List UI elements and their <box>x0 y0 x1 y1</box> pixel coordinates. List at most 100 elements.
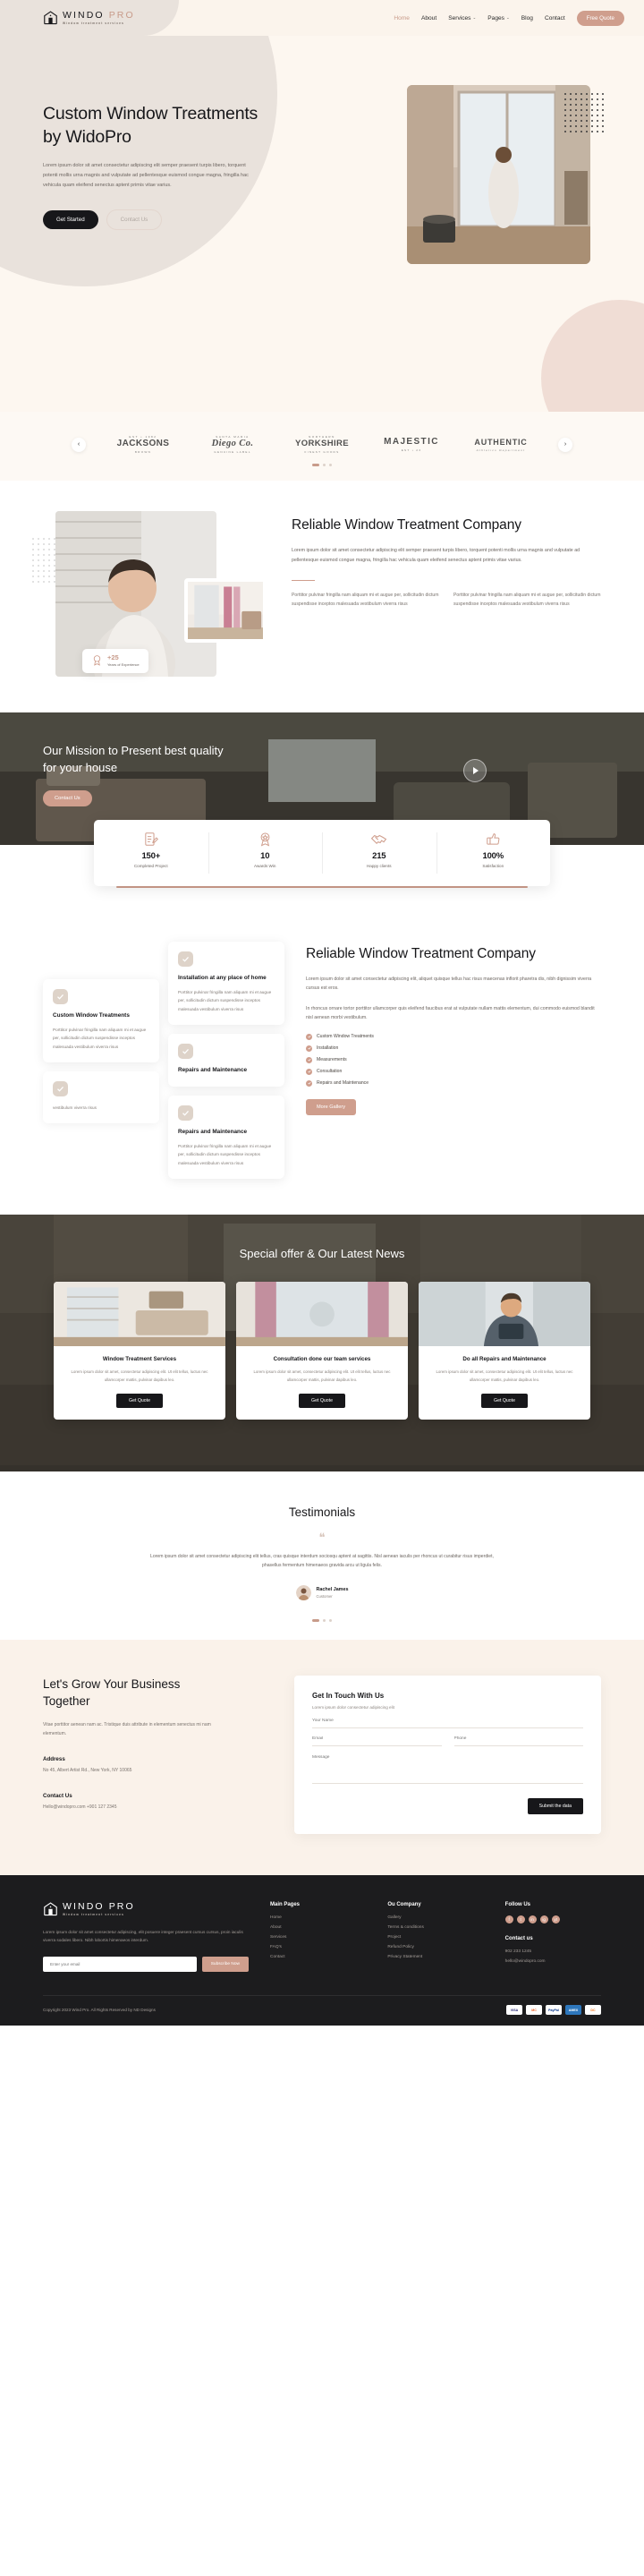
checklist-label: Consultation <box>317 1069 343 1075</box>
feature-card-installation[interactable]: Installation at any place of home Portti… <box>168 942 284 1025</box>
facebook-icon[interactable]: f <box>504 1915 513 1923</box>
mission-contact-button[interactable]: Contact Us <box>43 789 92 806</box>
offer-card-title: Window Treatment Services <box>102 1356 177 1363</box>
nav-item-services[interactable]: Services ⌄ <box>448 15 476 21</box>
testimonial-dot[interactable] <box>312 1618 319 1622</box>
stats-wrapper: 150+ Completed Project 10 Awards Win 215… <box>0 820 644 922</box>
contact-intro: Vitae porttitor aenean nam ac. Tristique… <box>43 1721 211 1736</box>
stat-value: 100% <box>482 851 504 861</box>
play-video-button[interactable] <box>463 759 487 782</box>
feature-card-repairs-1[interactable]: Repairs and Maintenance <box>168 1033 284 1087</box>
features-section: Custom Window Treatments Porttitor pulvi… <box>0 922 644 1215</box>
experience-badge: +25 Years of Experience <box>82 648 148 673</box>
hero-content: Custom Window Treatments by WidoPro Lore… <box>0 36 322 230</box>
testimonial-author: Rachel James Customer <box>0 1584 644 1600</box>
nav-item-home[interactable]: Home <box>394 15 410 21</box>
footer-link-gallery[interactable]: Gallery <box>387 1915 483 1920</box>
check-circle-icon <box>306 1045 312 1052</box>
name-input[interactable] <box>312 1710 583 1728</box>
get-quote-button[interactable]: Get Quote <box>481 1393 528 1408</box>
feature-card-repairs-2[interactable]: Repairs and Maintenance Porttitor pulvin… <box>168 1095 284 1179</box>
carousel-dot[interactable] <box>323 464 326 466</box>
more-gallery-button[interactable]: More Gallery <box>306 1098 357 1115</box>
feature-card-custom-window-treatments[interactable]: Custom Window Treatments Porttitor pulvi… <box>43 979 159 1062</box>
subscribe-button[interactable]: Subscribe Now <box>201 1957 249 1973</box>
about-columns: Porttitor pulvinar fringilla nam aliquam… <box>292 592 601 610</box>
carousel-next-button[interactable]: › <box>558 437 572 452</box>
carousel-dots <box>0 464 644 466</box>
check-circle-icon <box>306 1056 312 1063</box>
feature-column-left: Custom Window Treatments Porttitor pulvi… <box>43 942 159 1179</box>
get-quote-button[interactable]: Get Quote <box>116 1393 163 1408</box>
feature-card-body: vestibulum viverra risus <box>53 1105 97 1110</box>
instagram-icon[interactable]: ig <box>539 1915 548 1923</box>
offers-section: Special offer & Our Latest News Window T… <box>0 1214 644 1471</box>
footer-link-faqs[interactable]: FAQ's <box>270 1945 366 1949</box>
youtube-icon[interactable]: yt <box>551 1915 560 1923</box>
twitter-icon[interactable]: t <box>516 1915 525 1923</box>
experience-award-icon <box>93 655 101 666</box>
footer-link-terms[interactable]: Terms & conditions <box>387 1925 483 1930</box>
footer-link-refund-policy[interactable]: Refund Policy <box>387 1945 483 1949</box>
contact-block-title: Contact Us <box>43 1793 72 1800</box>
footer-link-contact[interactable]: Contact <box>270 1955 366 1959</box>
footer-link-privacy-statement[interactable]: Privacy Statement <box>387 1955 483 1959</box>
footer-email[interactable]: hello@windopro.com <box>505 1959 601 1964</box>
get-started-button[interactable]: Get Started <box>43 209 98 229</box>
carousel-prev-button[interactable]: ‹ <box>72 437 86 452</box>
phone-input[interactable] <box>453 1727 583 1746</box>
offer-card-consultation[interactable]: Consultation done our team services Lore… <box>236 1282 408 1420</box>
checklist-item: Installation <box>306 1045 601 1052</box>
amex-icon: AMEX <box>565 2005 581 2016</box>
offer-card-window-treatment[interactable]: Window Treatment Services Lorem ipsum do… <box>54 1282 225 1420</box>
testimonials-title: Testimonials <box>288 1505 356 1519</box>
nav-item-contact[interactable]: Contact <box>545 15 565 21</box>
testimonial-text: Lorem ipsum dolor sit amet consectetur a… <box>150 1553 494 1569</box>
footer-phone[interactable]: 902 233 1245 <box>505 1949 601 1954</box>
features-title: Reliable Window Treatment Company <box>306 946 536 961</box>
footer-link-about[interactable]: About <box>270 1925 366 1930</box>
copyright-text: Copyright 2023 Wind Pro. All Rights Rese… <box>43 2008 156 2013</box>
footer-logo[interactable]: WINDO PRO Window treatment services <box>43 1902 249 1917</box>
offer-card-text: Lorem ipsum dolor sit amet, consectetur … <box>71 1369 208 1383</box>
offers-cards: Window Treatment Services Lorem ipsum do… <box>0 1282 644 1420</box>
nav-item-about[interactable]: About <box>421 15 436 21</box>
testimonial-dot[interactable] <box>329 1618 332 1622</box>
stat-label: Satisfaction <box>482 864 504 868</box>
contact-form-title: Get In Touch With Us <box>312 1691 385 1700</box>
email-input[interactable] <box>312 1727 442 1746</box>
testimonial-dots <box>0 1618 644 1622</box>
brand-logo-authentic: AUTHENTIC Athletics Department <box>474 437 528 452</box>
nav-item-pages[interactable]: Pages ⌄ <box>487 15 509 21</box>
chevron-down-icon: ⌄ <box>472 15 477 20</box>
footer-link-services[interactable]: Services <box>270 1935 366 1940</box>
footer-link-project[interactable]: Project <box>387 1935 483 1940</box>
testimonial-dot[interactable] <box>323 1618 326 1622</box>
offer-card-repairs[interactable]: Do all Repairs and Maintenance Lorem ips… <box>419 1282 590 1420</box>
submit-button[interactable]: Submit the data <box>527 1797 583 1814</box>
nav-item-blog[interactable]: Blog <box>521 15 533 21</box>
footer-link-home[interactable]: Home <box>270 1915 366 1920</box>
message-input[interactable] <box>312 1746 583 1784</box>
site-logo[interactable]: WINDO PRO Window treatment services <box>43 11 135 26</box>
footer-contact-title: Contact us <box>504 1935 533 1941</box>
contact-section: Let's Grow Your Business Together Vitae … <box>0 1639 644 1875</box>
contact-us-button[interactable]: Contact Us <box>106 209 163 230</box>
offer-card-image <box>419 1282 590 1347</box>
get-quote-button[interactable]: Get Quote <box>299 1393 345 1408</box>
carousel-dot[interactable] <box>329 464 332 466</box>
newsletter-email-input[interactable] <box>43 1957 197 1973</box>
checklist-label: Installation <box>317 1045 339 1052</box>
feature-card-extra[interactable]: vestibulum viverra risus <box>43 1070 159 1123</box>
footer-top: WINDO PRO Window treatment services Lore… <box>43 1902 601 1973</box>
features-body-1: Lorem ipsum dolor sit amet consectetur a… <box>306 976 592 992</box>
linkedin-icon[interactable]: in <box>528 1915 537 1923</box>
payment-methods: VISA MC PayPal AMEX DC <box>506 2005 601 2016</box>
site-footer: WINDO PRO Window treatment services Lore… <box>0 1874 644 2026</box>
house-logo-icon <box>44 10 57 24</box>
avatar <box>295 1584 311 1600</box>
carousel-dot[interactable] <box>312 464 319 466</box>
free-quote-button[interactable]: Free Quote <box>576 10 624 26</box>
award-badge-icon <box>208 830 323 848</box>
quote-icon: ❝ <box>318 1530 326 1544</box>
